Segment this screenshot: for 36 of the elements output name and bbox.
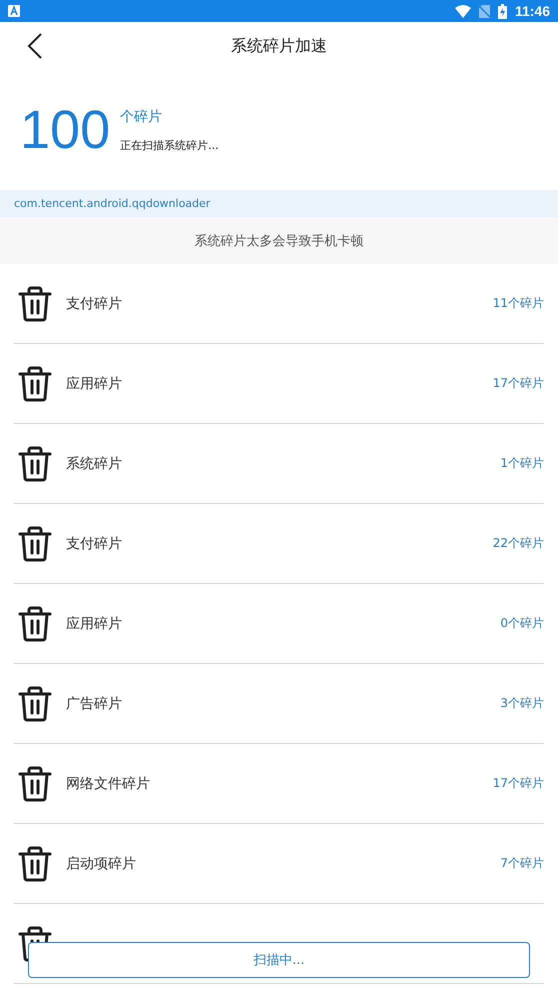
trash-icon xyxy=(18,606,52,642)
scan-status: 正在扫描系统碎片... xyxy=(120,138,219,152)
trash-icon xyxy=(18,286,52,322)
category-label: 支付碎片 xyxy=(66,294,123,312)
notice-text: 系统碎片太多会导致手机卡顿 xyxy=(194,232,364,250)
trash-icon xyxy=(18,846,52,882)
category-label: 支付碎片 xyxy=(66,534,123,552)
package-name: com.tencent.android.qqdownloader xyxy=(14,197,210,210)
trash-icon xyxy=(18,366,52,402)
fragment-count-label: 22个碎片 xyxy=(492,535,544,552)
fragment-count-label: 3个碎片 xyxy=(500,695,544,712)
fragment-count-label: 1个碎片 xyxy=(500,455,544,472)
fragment-count-label: 0个碎片 xyxy=(500,615,544,632)
scan-button[interactable]: 扫描中... xyxy=(28,942,530,978)
category-label: 应用碎片 xyxy=(66,374,123,392)
page-title: 系统碎片加速 xyxy=(231,36,327,56)
fragment-count-label: 17个碎片 xyxy=(492,775,544,792)
category-label: 系统碎片 xyxy=(66,454,123,472)
category-label: 启动项碎片 xyxy=(66,854,137,872)
fragment-count-label: 11个碎片 xyxy=(492,295,544,312)
wifi-icon xyxy=(454,4,471,18)
trash-icon xyxy=(18,686,52,722)
fragment-count-label: 7个碎片 xyxy=(500,855,544,872)
no-sim-icon xyxy=(478,4,490,18)
category-label: 网络文件碎片 xyxy=(66,774,151,792)
category-label: 广告碎片 xyxy=(66,694,123,712)
fragment-count: 100 xyxy=(20,103,110,157)
count-unit: 个碎片 xyxy=(120,108,164,126)
trash-icon xyxy=(18,526,52,562)
battery-charging-icon xyxy=(498,4,507,18)
status-time: 11:46 xyxy=(514,3,550,19)
trash-icon xyxy=(18,446,52,482)
app-notification-icon xyxy=(8,5,20,17)
category-label: 应用碎片 xyxy=(66,614,123,632)
fragment-count-label: 17个碎片 xyxy=(492,375,544,392)
trash-icon xyxy=(18,766,52,802)
